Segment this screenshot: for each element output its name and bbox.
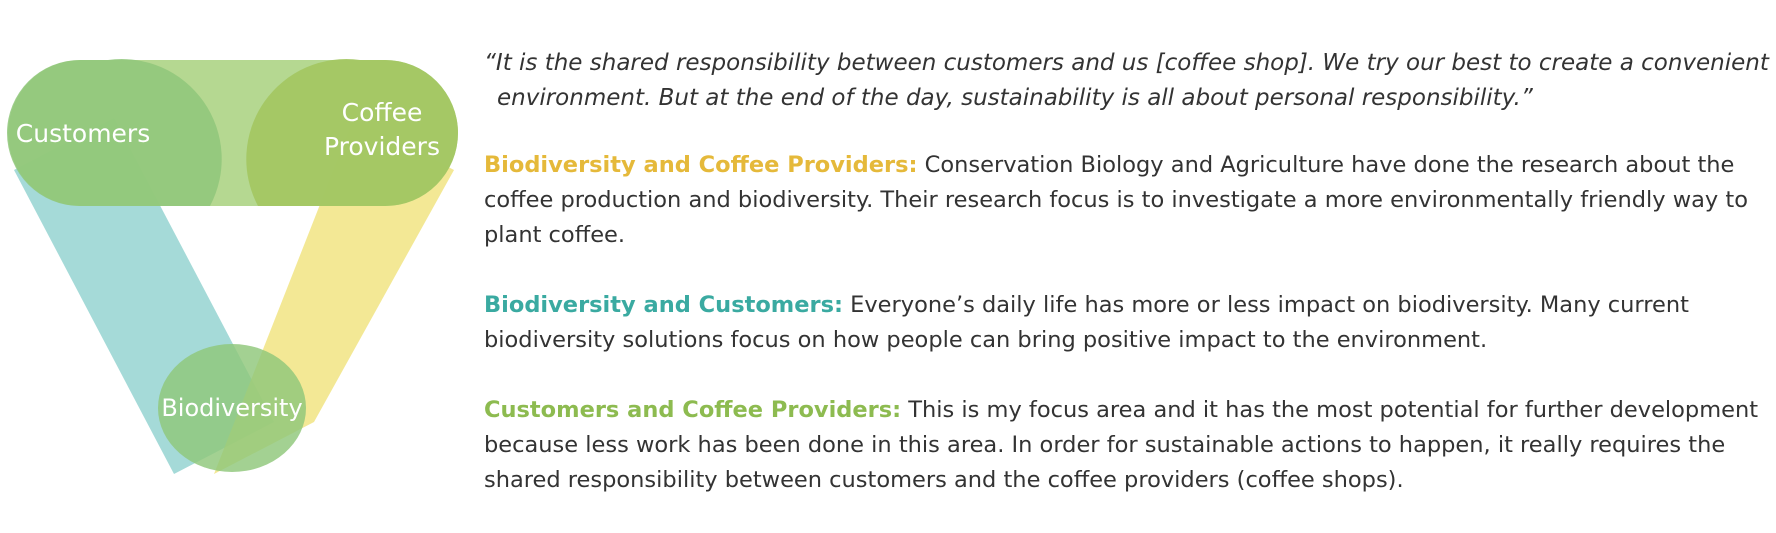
coffee-providers-label-line2: Providers [324, 132, 440, 161]
section-biodiversity-coffee-providers: Biodiversity and Coffee Providers: Conse… [484, 148, 1768, 253]
section-customers-coffee-providers: Customers and Coffee Providers: This is … [484, 393, 1768, 498]
pull-quote-line-2: environment. But at the end of the day, … [497, 85, 1533, 111]
pull-quote: “It is the shared responsibility between… [484, 46, 1769, 116]
section-heading: Biodiversity and Customers: [484, 292, 843, 318]
section-biodiversity-customers: Biodiversity and Customers: Everyone’s d… [484, 288, 1768, 358]
customers-label: Customers [16, 119, 150, 148]
coffee-providers-label-line1: Coffee [342, 98, 423, 127]
biodiversity-label: Biodiversity [161, 394, 302, 422]
text-column: “It is the shared responsibility between… [484, 46, 1769, 533]
section-heading: Customers and Coffee Providers: [484, 397, 902, 423]
pull-quote-line-1: “It is the shared responsibility between… [484, 50, 1769, 76]
section-heading: Biodiversity and Coffee Providers: [484, 152, 918, 178]
venn-triangle-diagram: Customers Coffee Providers Biodiversity [7, 59, 458, 474]
